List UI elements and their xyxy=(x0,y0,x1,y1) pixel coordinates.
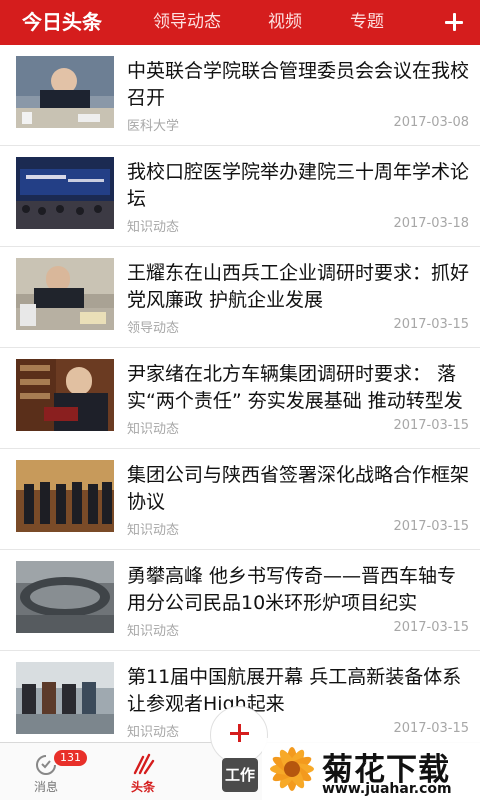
news-source: 知识动态 xyxy=(127,422,180,437)
news-source: 知识动态 xyxy=(127,725,180,740)
news-thumbnail xyxy=(16,359,114,431)
news-source: 知识动态 xyxy=(127,220,180,235)
news-title: 我校口腔医学院举办建院三十周年学术论坛 xyxy=(127,161,469,210)
message-count-badge: 131 xyxy=(54,750,87,766)
chrysanthemum-logo-icon xyxy=(270,747,314,791)
news-date: 2017-03-18 xyxy=(393,216,469,231)
nav-work[interactable]: 工作 xyxy=(222,758,258,792)
nav-messages[interactable]: 131 消息 xyxy=(6,743,87,800)
nav-headlines[interactable]: 头条 xyxy=(103,743,183,800)
news-date: 2017-03-15 xyxy=(393,317,469,332)
news-thumbnail xyxy=(16,662,114,734)
add-channel-icon[interactable] xyxy=(438,6,470,38)
tab-today-headlines[interactable]: 今日头条 xyxy=(22,0,102,45)
news-item[interactable]: 王耀东在山西兵工企业调研时要求：抓好党风廉政 护航企业发展 领导动态 2017-… xyxy=(0,247,480,348)
news-date: 2017-03-08 xyxy=(393,115,469,130)
tab-leader-news[interactable]: 领导动态 xyxy=(153,0,221,45)
news-date: 2017-03-15 xyxy=(393,721,469,736)
news-title: 集团公司与陕西省签署深化战略合作框架协议 xyxy=(127,464,469,513)
watermark-url: www.juahar.com xyxy=(322,781,452,797)
compose-plus-button[interactable] xyxy=(210,706,268,764)
news-item[interactable]: 中英联合学院联合管理委员会会议在我校召开 医科大学 2017-03-08 xyxy=(0,45,480,146)
news-date: 2017-03-15 xyxy=(393,519,469,534)
nav-headlines-label: 头条 xyxy=(130,780,155,794)
news-source: 医科大学 xyxy=(127,119,180,134)
news-source: 知识动态 xyxy=(127,624,180,639)
news-source: 领导动态 xyxy=(127,321,180,336)
tab-topics[interactable]: 专题 xyxy=(350,0,384,45)
news-thumbnail xyxy=(16,56,114,128)
news-title: 第11届中国航展开幕 兵工高新装备体系让参观者High起来 xyxy=(127,666,462,715)
news-item[interactable]: 勇攀高峰 他乡书写传奇——晋西车轴专用分公司民品10米环形炉项目纪实 知识动态 … xyxy=(0,550,480,651)
news-source: 知识动态 xyxy=(127,523,180,538)
news-thumbnail xyxy=(16,561,114,633)
news-item[interactable]: 尹家绪在北方车辆集团调研时要求： 落实“两个责任” 夯实发展基础 推动转型发 知… xyxy=(0,348,480,449)
news-title: 王耀东在山西兵工企业调研时要求：抓好党风廉政 护航企业发展 xyxy=(127,262,469,311)
news-thumbnail xyxy=(16,460,114,532)
news-item[interactable]: 集团公司与陕西省签署深化战略合作框架协议 知识动态 2017-03-15 xyxy=(0,449,480,550)
news-thumbnail xyxy=(16,157,114,229)
news-title: 勇攀高峰 他乡书写传奇——晋西车轴专用分公司民品10米环形炉项目纪实 xyxy=(127,565,457,614)
news-date: 2017-03-15 xyxy=(393,620,469,635)
news-title: 尹家绪在北方车辆集团调研时要求： 落实“两个责任” 夯实发展基础 推动转型发 xyxy=(127,363,463,412)
news-list: 中英联合学院联合管理委员会会议在我校召开 医科大学 2017-03-08 我校口… xyxy=(0,45,480,752)
top-nav-bar: 今日头条 领导动态 视频 专题 xyxy=(0,0,480,45)
nav-messages-label: 消息 xyxy=(33,780,58,794)
headlines-icon xyxy=(133,753,155,775)
news-date: 2017-03-15 xyxy=(393,418,469,433)
news-title: 中英联合学院联合管理委员会会议在我校召开 xyxy=(127,60,469,109)
news-thumbnail xyxy=(16,258,114,330)
tab-video[interactable]: 视频 xyxy=(268,0,302,45)
news-item[interactable]: 我校口腔医学院举办建院三十周年学术论坛 知识动态 2017-03-18 xyxy=(0,146,480,247)
